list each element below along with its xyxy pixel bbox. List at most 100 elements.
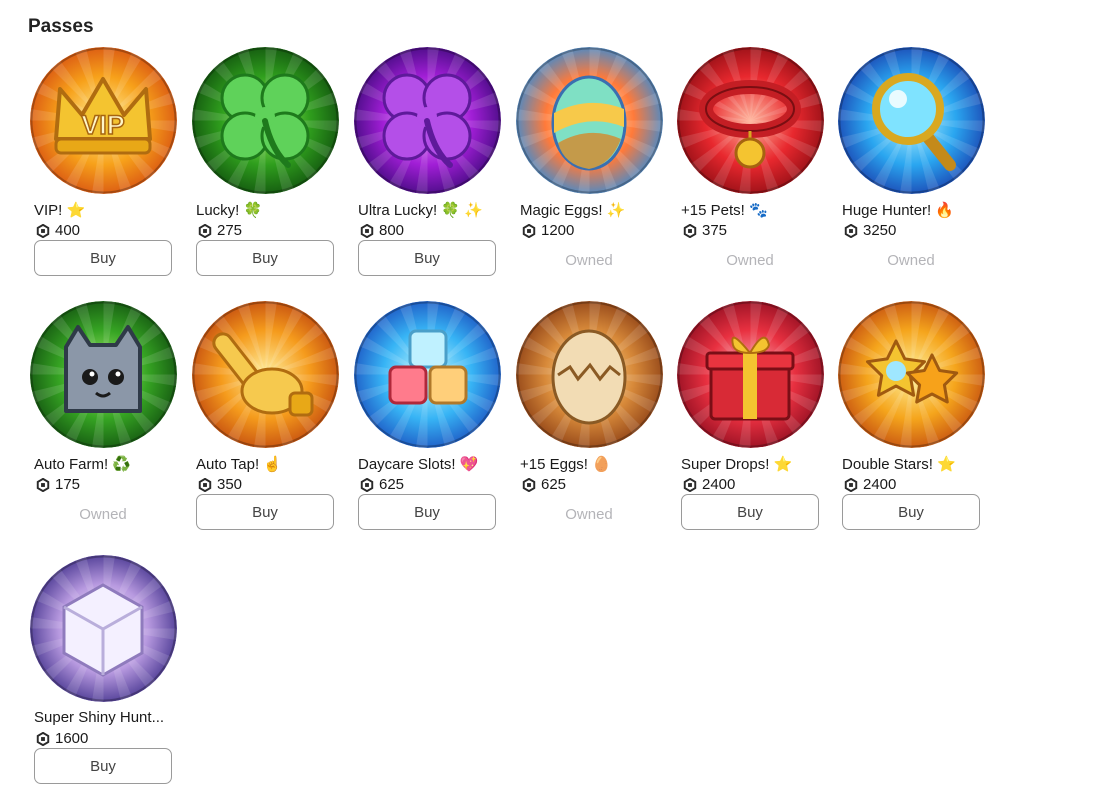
pass-thumbnail[interactable] xyxy=(192,47,339,194)
pass-thumbnail[interactable] xyxy=(838,301,985,448)
robux-icon xyxy=(683,477,697,492)
svg-text:VIP: VIP xyxy=(81,110,125,140)
pass-price: 175 xyxy=(36,476,80,493)
buy-button[interactable]: Buy xyxy=(358,240,496,276)
four-leaf-clover-icon xyxy=(192,47,339,194)
price-value: 175 xyxy=(55,476,81,493)
pass-name[interactable]: +15 Eggs! 🥚 xyxy=(520,455,611,473)
robux-icon xyxy=(683,223,697,238)
pass-name[interactable]: Super Drops! ⭐ xyxy=(681,455,792,473)
pointing-hand-icon xyxy=(192,301,339,448)
pass-price: 625 xyxy=(360,476,404,493)
owned-label: Owned xyxy=(565,252,613,269)
pass-thumbnail[interactable] xyxy=(838,47,985,194)
pass-card[interactable]: Auto Farm! ♻️ 175 Owned xyxy=(30,301,177,546)
price-value: 1600 xyxy=(55,730,89,747)
buy-button[interactable]: Buy xyxy=(681,494,819,530)
vip-crown-icon: VIP xyxy=(30,47,177,194)
pass-thumbnail[interactable] xyxy=(677,301,824,448)
rainbow-egg-icon xyxy=(516,47,663,194)
pass-name[interactable]: Auto Tap! ☝️ xyxy=(196,455,282,473)
pass-name[interactable]: Daycare Slots! 💖 xyxy=(358,455,478,473)
pass-card[interactable]: Auto Tap! ☝️ 350 Buy xyxy=(192,301,339,546)
pass-thumbnail[interactable] xyxy=(30,301,177,448)
buy-button[interactable]: Buy xyxy=(34,240,172,276)
pass-price: 2400 xyxy=(844,476,896,493)
magnifier-icon xyxy=(838,47,985,194)
price-value: 400 xyxy=(55,222,81,239)
pass-card[interactable]: Super Shiny Hunt... 1600 Buy xyxy=(30,555,177,800)
pass-price: 400 xyxy=(36,222,80,239)
robux-icon xyxy=(36,477,50,492)
pass-name[interactable]: Auto Farm! ♻️ xyxy=(34,455,131,473)
pass-price: 3250 xyxy=(844,222,896,239)
pass-thumbnail[interactable] xyxy=(677,47,824,194)
pass-price: 2400 xyxy=(683,476,735,493)
robux-icon xyxy=(844,477,858,492)
owned-label: Owned xyxy=(565,506,613,523)
pass-card[interactable]: +15 Pets! 🐾 375 Owned xyxy=(677,47,824,292)
pet-collar-icon xyxy=(677,47,824,194)
cracked-egg-icon xyxy=(516,301,663,448)
shiny-cube-icon xyxy=(30,555,177,702)
price-value: 375 xyxy=(702,222,728,239)
price-value: 800 xyxy=(379,222,405,239)
pass-name[interactable]: Magic Eggs! ✨ xyxy=(520,201,625,219)
price-value: 2400 xyxy=(863,476,897,493)
robux-icon xyxy=(36,731,50,746)
pass-card[interactable]: +15 Eggs! 🥚 625 Owned xyxy=(516,301,663,546)
pass-card[interactable]: Magic Eggs! ✨ 1200 Owned xyxy=(516,47,663,292)
buy-button[interactable]: Buy xyxy=(196,240,334,276)
pass-price: 1600 xyxy=(36,730,88,747)
buy-button[interactable]: Buy xyxy=(842,494,980,530)
pass-card[interactable]: Ultra Lucky! 🍀 ✨ 800 Buy xyxy=(354,47,501,292)
robux-icon xyxy=(36,223,50,238)
pass-card[interactable]: Super Drops! ⭐ 2400 Buy xyxy=(677,301,824,546)
pass-name[interactable]: +15 Pets! 🐾 xyxy=(681,201,768,219)
purple-clover-icon xyxy=(354,47,501,194)
owned-label: Owned xyxy=(726,252,774,269)
pass-card[interactable]: Huge Hunter! 🔥 3250 Owned xyxy=(838,47,985,292)
pass-name[interactable]: Double Stars! ⭐ xyxy=(842,455,956,473)
section-title: Passes xyxy=(28,16,94,37)
buy-button[interactable]: Buy xyxy=(358,494,496,530)
pass-price: 275 xyxy=(198,222,242,239)
pass-name[interactable]: Lucky! 🍀 xyxy=(196,201,262,219)
pass-name[interactable]: Ultra Lucky! 🍀 ✨ xyxy=(358,201,483,219)
robux-icon xyxy=(198,477,212,492)
owned-label: Owned xyxy=(887,252,935,269)
robux-icon xyxy=(522,477,536,492)
cat-pet-icon xyxy=(30,301,177,448)
pass-thumbnail[interactable] xyxy=(516,301,663,448)
pass-thumbnail[interactable] xyxy=(354,301,501,448)
robux-icon xyxy=(844,223,858,238)
robux-icon xyxy=(360,477,374,492)
robux-icon xyxy=(360,223,374,238)
price-value: 275 xyxy=(217,222,243,239)
pass-price: 800 xyxy=(360,222,404,239)
pass-card[interactable]: VIP VIP! ⭐ 400 Buy xyxy=(30,47,177,292)
pass-thumbnail[interactable] xyxy=(192,301,339,448)
pass-name[interactable]: VIP! ⭐ xyxy=(34,201,85,219)
owned-label: Owned xyxy=(79,506,127,523)
pass-name[interactable]: Super Shiny Hunt... xyxy=(34,709,164,726)
pass-name[interactable]: Huge Hunter! 🔥 xyxy=(842,201,954,219)
price-value: 625 xyxy=(379,476,405,493)
pass-price: 1200 xyxy=(522,222,574,239)
pass-card[interactable]: Double Stars! ⭐ 2400 Buy xyxy=(838,301,985,546)
price-value: 1200 xyxy=(541,222,575,239)
pass-thumbnail[interactable] xyxy=(30,555,177,702)
pass-price: 625 xyxy=(522,476,566,493)
pass-thumbnail[interactable] xyxy=(516,47,663,194)
pass-card[interactable]: Lucky! 🍀 275 Buy xyxy=(192,47,339,292)
price-value: 350 xyxy=(217,476,243,493)
pass-price: 375 xyxy=(683,222,727,239)
buy-button[interactable]: Buy xyxy=(196,494,334,530)
pass-card[interactable]: Daycare Slots! 💖 625 Buy xyxy=(354,301,501,546)
price-value: 625 xyxy=(541,476,567,493)
price-value: 2400 xyxy=(702,476,736,493)
pass-thumbnail[interactable] xyxy=(354,47,501,194)
price-value: 3250 xyxy=(863,222,897,239)
buy-button[interactable]: Buy xyxy=(34,748,172,784)
pass-thumbnail[interactable]: VIP xyxy=(30,47,177,194)
